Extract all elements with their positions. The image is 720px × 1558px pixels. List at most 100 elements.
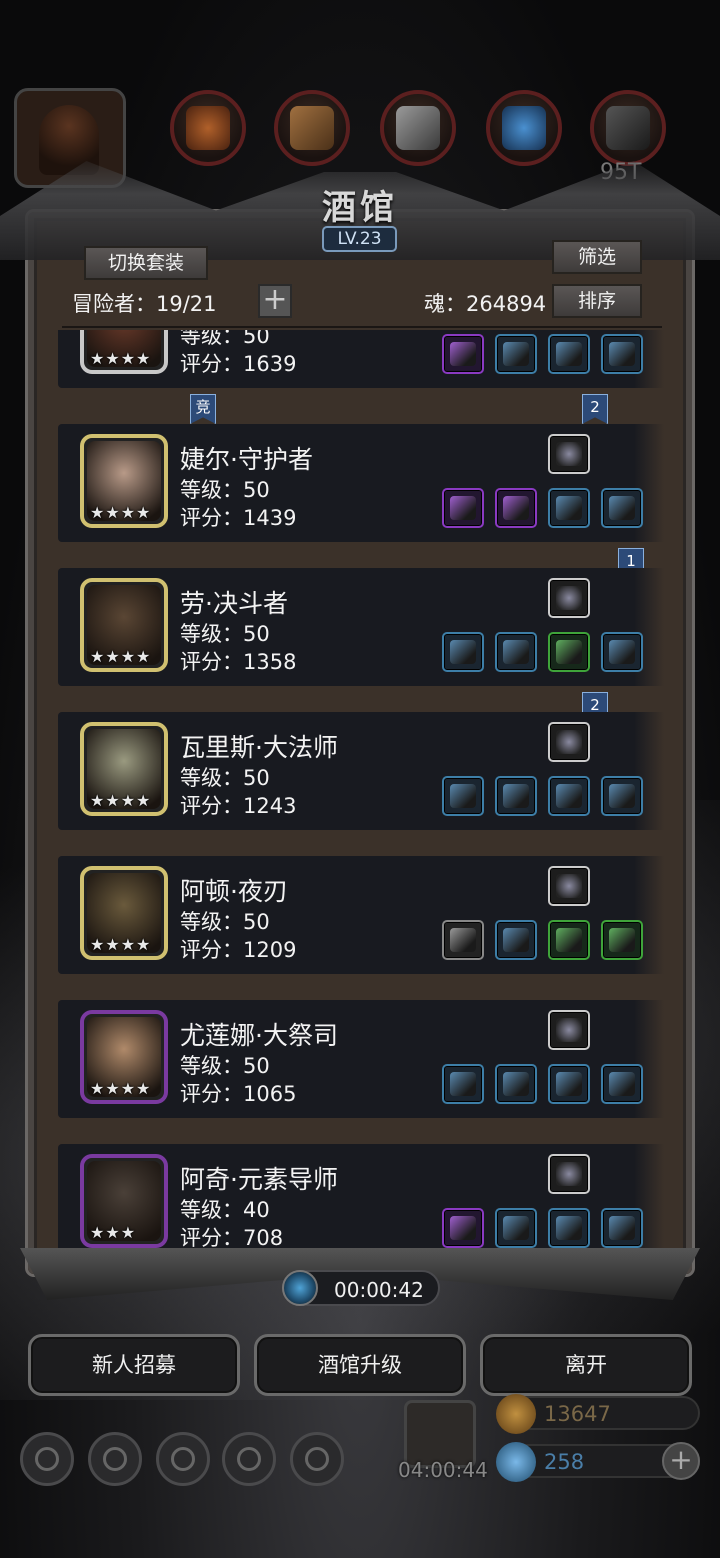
hero-avatar[interactable]: ★★★★ <box>80 866 168 960</box>
equipment-slot[interactable] <box>548 776 590 816</box>
artifact-icon <box>556 442 582 466</box>
hero-score: 评分：1439 <box>180 506 297 530</box>
add-gems-button[interactable]: + <box>662 1442 700 1480</box>
achievement-star-icon[interactable] <box>88 1432 142 1486</box>
equipment-slot[interactable] <box>548 632 590 672</box>
equipment-icon <box>556 928 582 952</box>
equipment-icon <box>450 784 476 808</box>
equipment-icon <box>609 640 635 664</box>
equipment-icon <box>503 496 529 520</box>
artifact-slot[interactable] <box>548 1154 590 1194</box>
hero-row[interactable]: ★★★★ 劳·决斗者 等级：50 评分：1358 <box>56 568 668 688</box>
equipment-icon <box>556 496 582 520</box>
equipment-slot[interactable] <box>495 1064 537 1104</box>
equipment-slot[interactable] <box>495 1208 537 1248</box>
hero-avatar[interactable]: ★★★ <box>80 1154 168 1248</box>
hero-avatar[interactable]: ★★★★ <box>80 434 168 528</box>
hero-score: 评分：1243 <box>180 794 297 818</box>
hero-row[interactable]: ★★★★ 婕尔·守护者等级：50 评分：1439 <box>56 424 668 544</box>
equipment-slot[interactable] <box>548 1208 590 1248</box>
resource-orb-1[interactable] <box>170 90 246 166</box>
equipment-slot[interactable] <box>601 334 643 374</box>
hero-row[interactable]: ★★★ 阿奇·元素导师 等级：40 评分：708 <box>56 1144 668 1256</box>
resource-orb-5[interactable] <box>590 90 666 166</box>
hero-stars: ★★★★ <box>90 935 152 954</box>
equipment-slot[interactable] <box>495 920 537 960</box>
hero-row[interactable]: ★★★★ 阿顿·夜刃 等级：50 评分：1209 <box>56 856 668 976</box>
gem-bar: 258 + <box>496 1442 700 1482</box>
equipment-slot[interactable] <box>442 488 484 528</box>
artifact-slot[interactable] <box>548 434 590 474</box>
equipment-slot[interactable] <box>442 1064 484 1104</box>
settings-gear-icon[interactable] <box>20 1432 74 1486</box>
codex-book-icon[interactable] <box>156 1432 210 1486</box>
hero-avatar[interactable]: ★★★★ <box>80 722 168 816</box>
resource-orb-2[interactable] <box>274 90 350 166</box>
hero-level: 等级：50 <box>180 478 270 502</box>
upgrade-tavern-button[interactable]: 酒馆升级 <box>254 1334 466 1396</box>
equipment-slot[interactable] <box>601 488 643 528</box>
equipment-slot[interactable] <box>601 1208 643 1248</box>
equipment-slot[interactable] <box>601 776 643 816</box>
hero-stars: ★★★★ <box>90 503 152 522</box>
chest-timer: 04:00:44 <box>398 1458 488 1482</box>
equipment-slot[interactable] <box>442 1208 484 1248</box>
equipment-slot[interactable] <box>548 1064 590 1104</box>
equipment-slot[interactable] <box>495 334 537 374</box>
tavern-level-badge: LV.23 <box>322 226 397 252</box>
equipment-slot[interactable] <box>495 488 537 528</box>
equipment-slot[interactable] <box>601 920 643 960</box>
hero-avatar[interactable]: ★★★★ <box>80 330 168 374</box>
equipment-slot[interactable] <box>548 334 590 374</box>
equipment-icon <box>450 1072 476 1096</box>
hero-avatar[interactable]: ★★★★ <box>80 578 168 672</box>
artifact-icon <box>556 1162 582 1186</box>
mail-icon[interactable] <box>222 1432 276 1486</box>
equipment-icon <box>450 342 476 366</box>
equipment-slot[interactable] <box>442 920 484 960</box>
resource-orb-4[interactable] <box>486 90 562 166</box>
resource-orb-3[interactable] <box>380 90 456 166</box>
hero-name: 婕尔·守护者 <box>180 445 313 474</box>
artifact-slot[interactable] <box>548 1010 590 1050</box>
equipment-slot[interactable] <box>601 632 643 672</box>
hero-level: 等级：40 <box>180 1198 270 1222</box>
hero-stars: ★★★★ <box>90 349 152 368</box>
hero-row[interactable]: ★★★★ 尤莲娜·大祭司 等级：50 评分：1065 <box>56 1000 668 1120</box>
equipment-slot[interactable] <box>548 920 590 960</box>
artifact-slot[interactable] <box>548 722 590 762</box>
gift-icon[interactable] <box>290 1432 344 1486</box>
artifact-slot[interactable] <box>548 578 590 618</box>
artifact-slot[interactable] <box>548 866 590 906</box>
gem-icon <box>496 1442 536 1482</box>
equipment-icon <box>609 784 635 808</box>
soul-count: 魂：264894 <box>424 292 547 316</box>
hero-level: 等级：50 <box>180 330 270 348</box>
sort-button[interactable]: 排序 <box>552 284 642 318</box>
hero-avatar[interactable]: ★★★★ <box>80 1010 168 1104</box>
add-adventurer-button[interactable]: + <box>258 284 292 318</box>
hero-row[interactable]: ★★★★ 等级：50 评分：1639 <box>56 330 668 390</box>
artifact-icon <box>556 874 582 898</box>
equipment-icon <box>556 342 582 366</box>
equipment-slot[interactable] <box>495 776 537 816</box>
equipment-slot[interactable] <box>442 776 484 816</box>
filter-button[interactable]: 筛选 <box>552 240 642 274</box>
equipment-slot[interactable] <box>442 334 484 374</box>
equipment-icon <box>450 928 476 952</box>
equipment-icon <box>556 784 582 808</box>
leave-button[interactable]: 离开 <box>480 1334 692 1396</box>
arena-flag: 竞 <box>190 394 216 424</box>
equipment-slot[interactable] <box>601 1064 643 1104</box>
hero-name: 阿奇·元素导师 <box>180 1165 338 1194</box>
recruit-button[interactable]: 新人招募 <box>28 1334 240 1396</box>
switch-set-button[interactable]: 切换套装 <box>84 246 208 280</box>
equipment-slot[interactable] <box>442 632 484 672</box>
hero-row[interactable]: ★★★★ 瓦里斯·大法师 等级：50 评分：1243 <box>56 712 668 832</box>
equipment-icon <box>556 640 582 664</box>
equipment-slot[interactable] <box>495 632 537 672</box>
hero-score: 评分：1639 <box>180 352 297 376</box>
equipment-slot[interactable] <box>548 488 590 528</box>
hero-stars: ★★★★ <box>90 647 152 666</box>
hero-list[interactable]: ★★★★ 等级：50 评分：1639 竞 2 ★★★★ 婕尔·守护者 等级：50 评分：1439… <box>56 330 668 1256</box>
